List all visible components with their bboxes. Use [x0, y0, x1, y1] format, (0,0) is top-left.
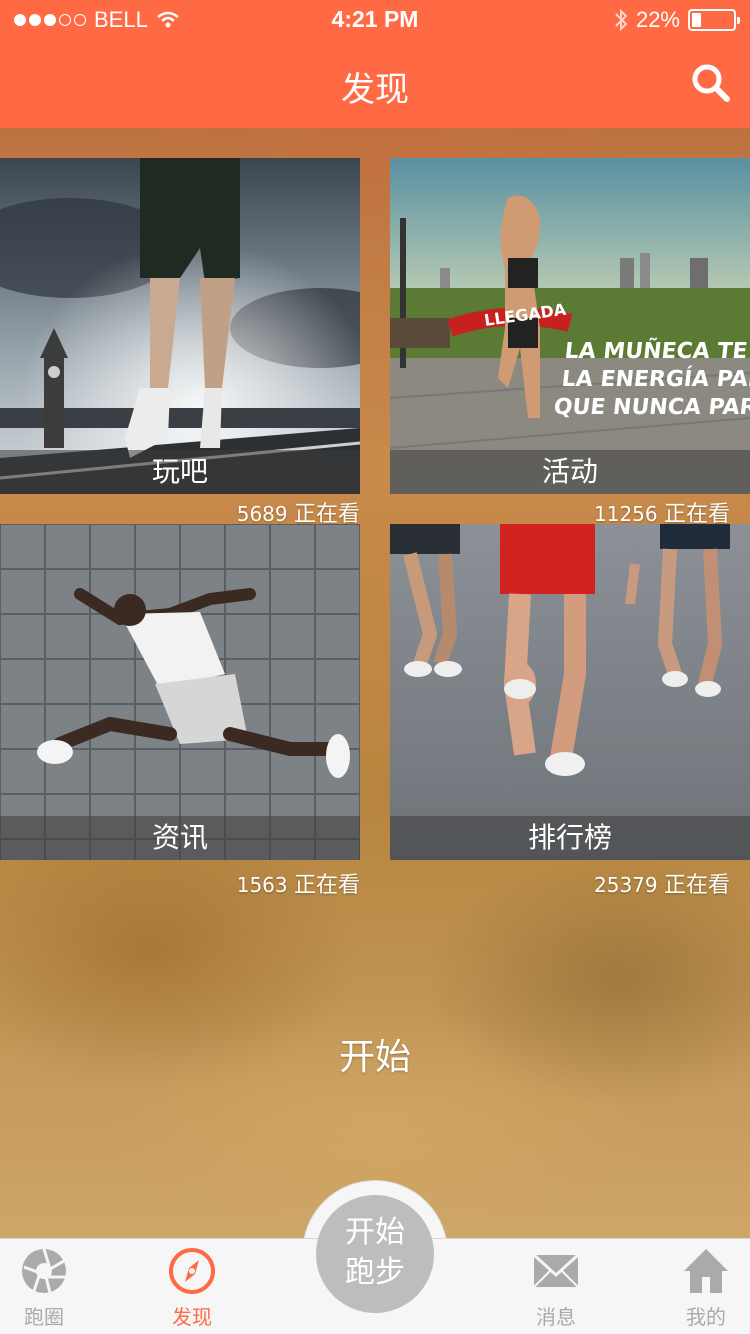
tab-discover[interactable]: 发现: [132, 1239, 252, 1334]
navigation-bar: 发现: [0, 40, 750, 128]
start-label[interactable]: 开始: [0, 1028, 750, 1080]
start-run-button[interactable]: 开始 跑步: [316, 1195, 434, 1313]
poster-line: LA MUÑECA TE DA: [563, 338, 750, 364]
tile-leaderboard[interactable]: 排行榜: [390, 524, 750, 860]
page-title: 发现: [341, 70, 409, 110]
runner-finish-image: LA MUÑECA TE DA LA ENERGÍA PARA QUE NUNC…: [390, 158, 750, 494]
tile-label: 玩吧: [0, 450, 360, 494]
tile-label: 排行榜: [390, 816, 750, 860]
runner-london-image: [0, 158, 360, 494]
tab-label: 我的: [686, 1305, 726, 1329]
poster-line: LA ENERGÍA PARA: [560, 366, 750, 392]
tile-label: 活动: [390, 450, 750, 494]
tab-label: 发现: [172, 1305, 212, 1329]
battery-level: [692, 13, 701, 27]
tab-mine[interactable]: 我的: [646, 1239, 750, 1334]
tab-messages[interactable]: 消息: [496, 1239, 616, 1334]
battery-icon: [688, 9, 740, 31]
tile-activity[interactable]: LA MUÑECA TE DA LA ENERGÍA PARA QUE NUNC…: [390, 158, 750, 494]
battery-percent: 22%: [635, 7, 680, 32]
search-icon[interactable]: [690, 62, 732, 104]
home-icon: [684, 1249, 728, 1293]
tile-label: 资讯: [0, 816, 360, 860]
tile-news[interactable]: 资讯: [0, 524, 360, 860]
bluetooth-icon: [615, 8, 628, 32]
tab-label: 消息: [536, 1305, 576, 1329]
jumping-runner-image: [0, 524, 360, 860]
watch-count: 25379 正在看: [594, 873, 730, 898]
aperture-icon: [22, 1248, 66, 1294]
marathon-runners-image: [390, 524, 750, 860]
watch-count: 1563 正在看: [236, 873, 360, 898]
status-bar: BELL 4:21 PM 22%: [0, 0, 750, 40]
poster-line: QUE NUNCA PARES: [552, 395, 750, 420]
status-right: 22%: [614, 7, 740, 33]
tile-play[interactable]: 玩吧: [0, 158, 360, 494]
tab-label: 跑圈: [24, 1305, 64, 1329]
compass-icon: [169, 1248, 215, 1294]
start-run-line1: 开始: [345, 1215, 405, 1250]
mail-icon: [532, 1253, 580, 1288]
tab-run-circle[interactable]: 跑圈: [0, 1239, 104, 1334]
start-run-line2: 跑步: [345, 1255, 405, 1290]
